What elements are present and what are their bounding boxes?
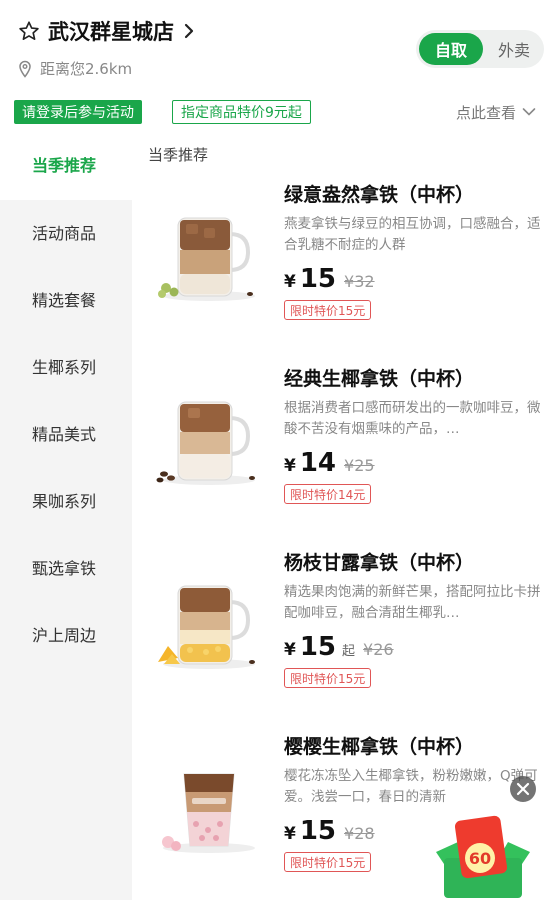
currency-symbol: ¥ [284, 456, 296, 476]
price-from-label: 起 [342, 644, 356, 659]
original-price: ¥28 [344, 824, 375, 843]
sidebar-item-coconut[interactable]: 生椰系列 [0, 344, 132, 388]
red-packet-float[interactable]: 60 [430, 812, 536, 900]
currency-symbol: ¥ [284, 640, 296, 660]
product-name: 杨枝甘露拿铁（中杯） [284, 552, 475, 574]
product-card[interactable]: 经典生椰拿铁（中杯） 根据消费者口感而研发出的一款咖啡豆，微酸不苦没有烟熏味的产… [146, 364, 560, 534]
original-price: ¥25 [344, 456, 375, 475]
sidebar-item-merch[interactable]: 沪上周边 [0, 612, 132, 656]
category-sidebar: 当季推荐 活动商品 精选套餐 生椰系列 精品美式 果咖系列 甄选拿铁 沪上周边 [0, 142, 132, 900]
store-header: 武汉群星城店 距离您2.6km 自取 外卖 请登录后参与活动 指定商品特价9元起… [0, 0, 560, 140]
product-desc: 燕麦拿铁与绿豆的相互协调，口感融合，适合乳糖不耐症的人群 [284, 216, 541, 253]
sidebar-item-activity[interactable]: 活动商品 [0, 210, 132, 254]
product-image-green-latte[interactable] [154, 202, 264, 302]
sidebar-item-americano[interactable]: 精品美式 [0, 411, 132, 455]
close-icon [516, 782, 530, 796]
sidebar-item-fruit-coffee[interactable]: 果咖系列 [0, 478, 132, 522]
store-selector[interactable]: 武汉群星城店 [18, 16, 196, 46]
location-pin-icon [19, 60, 31, 78]
price-value: 15 [299, 264, 337, 294]
sidebar-item-seasonal[interactable]: 当季推荐 [0, 142, 132, 186]
distance-row: 距离您2.6km [18, 58, 132, 79]
promo-tag: 限时特价14元 [284, 484, 372, 504]
product-desc: 精选果肉饱满的新鲜芒果，搭配阿拉比卡拼配咖啡豆，融合清甜生椰乳… [284, 584, 541, 621]
product-name: 经典生椰拿铁（中杯） [284, 368, 475, 390]
view-more-link[interactable]: 点此查看 [456, 100, 536, 124]
order-mode-toggle[interactable]: 自取 外卖 [416, 30, 544, 68]
gift-badge-text: 60 [469, 849, 491, 868]
product-name: 绿意盎然拿铁（中杯） [284, 184, 475, 206]
star-icon[interactable] [18, 20, 40, 42]
product-price: ¥ 15 ¥28 [284, 816, 375, 846]
product-price: ¥ 15 起 ¥26 [284, 632, 394, 662]
product-image-coconut-latte[interactable] [154, 386, 264, 486]
original-price: ¥26 [363, 640, 394, 659]
product-desc: 根据消费者口感而研发出的一款咖啡豆，微酸不苦没有烟熏味的产品，… [284, 400, 541, 437]
store-name[interactable]: 武汉群星城店 [48, 16, 174, 46]
product-name: 樱樱生椰拿铁（中杯） [284, 736, 475, 758]
promo-tag: 限时特价15元 [284, 668, 372, 688]
close-float-button[interactable] [510, 776, 536, 802]
price-value: 15 [299, 816, 337, 846]
price-value: 15 [299, 632, 337, 662]
promo-tag: 限时特价15元 [284, 852, 372, 872]
distance-text: 距离您2.6km [40, 60, 133, 78]
delivery-tab[interactable]: 外卖 [486, 33, 542, 65]
login-activity-badge[interactable]: 请登录后参与活动 [14, 100, 142, 124]
product-price: ¥ 15 ¥32 [284, 264, 375, 294]
promo-tag: 限时特价15元 [284, 300, 372, 320]
view-more-label: 点此查看 [456, 103, 517, 122]
currency-symbol: ¥ [284, 272, 296, 292]
product-image-mango-latte[interactable] [154, 570, 264, 670]
chevron-right-icon[interactable] [182, 22, 196, 40]
price-value: 14 [299, 448, 337, 478]
original-price: ¥32 [344, 272, 375, 291]
product-price: ¥ 14 ¥25 [284, 448, 375, 478]
currency-symbol: ¥ [284, 824, 296, 844]
section-title: 当季推荐 [148, 146, 209, 164]
promo-badge[interactable]: 指定商品特价9元起 [172, 100, 311, 124]
product-image-sakura-latte[interactable] [154, 754, 264, 854]
product-desc: 樱花冻冻坠入生椰拿铁，粉粉嫩嫩，Q弹可爱。浅尝一口，春日的清新 [284, 768, 538, 805]
product-card[interactable]: 绿意盎然拿铁（中杯） 燕麦拿铁与绿豆的相互协调，口感融合，适合乳糖不耐症的人群 … [146, 180, 560, 350]
sidebar-item-combo[interactable]: 精选套餐 [0, 277, 132, 321]
sidebar-item-latte[interactable]: 甄选拿铁 [0, 545, 132, 589]
product-card[interactable]: 杨枝甘露拿铁（中杯） 精选果肉饱满的新鲜芒果，搭配阿拉比卡拼配咖啡豆，融合清甜生… [146, 548, 560, 718]
chevron-down-icon [522, 108, 536, 116]
self-pickup-tab[interactable]: 自取 [419, 33, 483, 65]
